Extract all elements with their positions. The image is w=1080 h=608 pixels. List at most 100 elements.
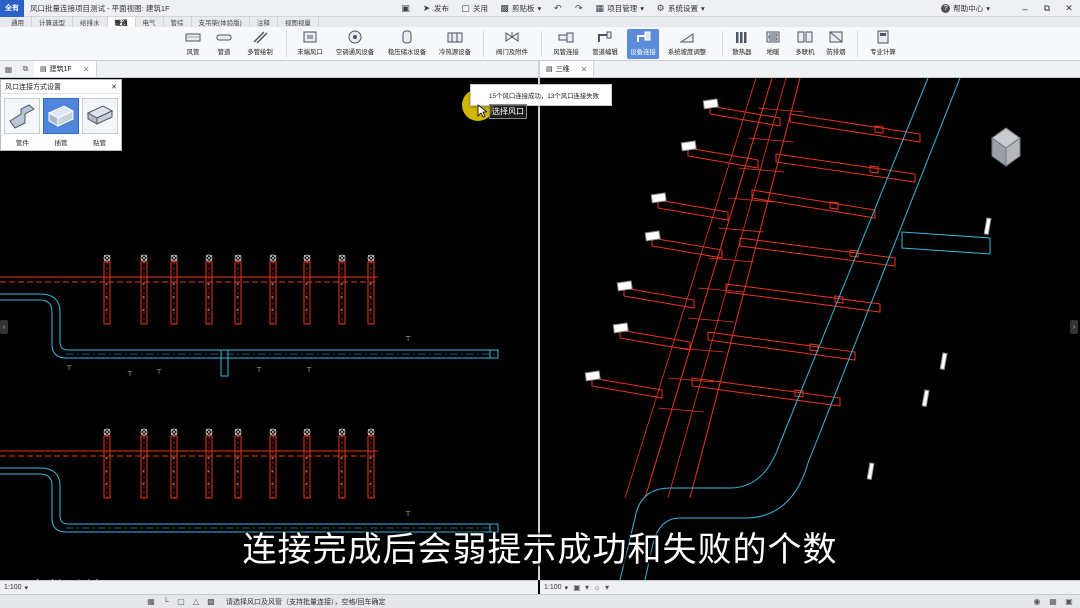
visual-style-icon[interactable]: ▣ bbox=[572, 583, 582, 592]
3d-viewport[interactable]: › bbox=[540, 78, 1080, 580]
clipboard-button[interactable]: ▩ 剪贴板 ▾ bbox=[495, 1, 546, 16]
close-icon[interactable]: ✕ bbox=[111, 83, 117, 91]
equipment-connect-button[interactable]: 设备连接 bbox=[627, 29, 659, 59]
branch-tag: × bbox=[172, 295, 175, 301]
radiator-button[interactable]: 散热器 bbox=[729, 29, 755, 59]
maximize-button[interactable]: ⧉ bbox=[1036, 0, 1058, 17]
branch-tag: × bbox=[369, 469, 372, 475]
option-stick[interactable]: 贴管 bbox=[81, 98, 118, 147]
chevron-down-icon[interactable]: ▾ bbox=[602, 583, 612, 592]
symbol-tag: ⊤ bbox=[256, 367, 262, 374]
chevron-down-icon[interactable]: ▾ bbox=[582, 583, 592, 592]
plan-drawing[interactable]: × × × × × × × × × × × × × × × × × × × × × × × × × × × × × × × × × × × × × × × ×… bbox=[0, 78, 538, 580]
supply-duct-edge bbox=[807, 78, 961, 464]
right-view-tabbar: ▤ 三维 ✕ bbox=[540, 61, 1080, 78]
tab-floor-plan[interactable]: ▤ 建筑1F ✕ bbox=[34, 61, 97, 77]
tab-plumbing[interactable]: 给排水 bbox=[73, 17, 108, 27]
tab-3d-view[interactable]: ▤ 三维 ✕ bbox=[540, 61, 595, 77]
sun-icon[interactable]: ☼ bbox=[592, 583, 602, 592]
connection-mode-panel: 风口连接方式设置 ✕ 管件 插管 贴管 bbox=[0, 79, 122, 151]
undo-button[interactable]: ↶ bbox=[548, 1, 567, 16]
grid-icon[interactable]: ▦ bbox=[4, 65, 13, 74]
branch-tag: × bbox=[236, 295, 239, 301]
pipe-edit-button[interactable]: 管道编辑 bbox=[588, 29, 622, 59]
multi-pipe-button[interactable]: 多管绘制 bbox=[242, 29, 278, 59]
branch-tag: × bbox=[271, 469, 274, 475]
chevron-left-icon[interactable]: ‹ bbox=[0, 320, 8, 334]
ortho-icon[interactable]: └ bbox=[161, 597, 171, 606]
redo-button[interactable]: ↷ bbox=[569, 1, 588, 16]
tab-calc[interactable]: 计算选型 bbox=[32, 17, 73, 27]
smoke-control-icon bbox=[828, 29, 844, 44]
branch-tag: × bbox=[142, 282, 145, 288]
snap-icon[interactable]: ▦ bbox=[146, 597, 156, 606]
location-icon[interactable]: ◉ bbox=[1032, 597, 1042, 606]
pro-calc-button[interactable]: 专业计算 bbox=[865, 29, 901, 59]
slope-adjust-button[interactable]: 系统坡度调整 bbox=[665, 29, 709, 59]
branch-tag: × bbox=[305, 482, 308, 488]
select-icon[interactable]: ▢ bbox=[176, 597, 186, 606]
branch-tag: × bbox=[305, 282, 308, 288]
pipe-button[interactable]: 管道 bbox=[211, 29, 237, 59]
video-subtitle: 连接完成后会弱提示成功和失败的个数 bbox=[242, 530, 838, 570]
app-logo: 全有 bbox=[0, 0, 24, 17]
publish-button[interactable]: ➤ 发布 bbox=[417, 1, 454, 16]
duct-connect-icon bbox=[558, 29, 574, 44]
chevron-right-icon[interactable]: › bbox=[1070, 320, 1078, 334]
right-scale-select[interactable]: 1:100 ▾ bbox=[540, 584, 572, 592]
air-terminal bbox=[680, 140, 697, 152]
grid-icon[interactable]: ▦ bbox=[1048, 597, 1058, 606]
insert-icon bbox=[43, 98, 79, 134]
option-insert[interactable]: 插管 bbox=[43, 98, 80, 147]
air-terminal bbox=[616, 280, 633, 292]
terminal-vent-button[interactable]: 末端风口 bbox=[293, 29, 327, 59]
window-close-button[interactable]: ✕ bbox=[1058, 0, 1080, 17]
filter-icon[interactable]: △ bbox=[191, 597, 201, 606]
tab-view[interactable]: 视图视量 bbox=[278, 17, 319, 27]
minimize-button[interactable]: – bbox=[1014, 0, 1036, 17]
vrf-button[interactable]: 多联机 bbox=[791, 29, 819, 59]
branch-tag: × bbox=[207, 295, 210, 301]
save-button[interactable]: ▣ bbox=[396, 1, 415, 16]
help-center-button[interactable]: ? 帮助中心 ▾ bbox=[941, 3, 990, 14]
tab-hvac[interactable]: 暖通 bbox=[107, 17, 136, 27]
supply-duct bbox=[0, 293, 498, 351]
tab-annotation[interactable]: 注释 bbox=[250, 17, 278, 27]
branch-tag: × bbox=[105, 295, 108, 301]
layout-icon[interactable]: ▣ bbox=[1064, 597, 1074, 606]
pressure-tank-button[interactable]: 稳压储水设备 bbox=[384, 29, 430, 59]
option-fitting[interactable]: 管件 bbox=[4, 98, 41, 147]
connection-panel-header: 风口连接方式设置 ✕ bbox=[1, 80, 121, 94]
tab-hangers[interactable]: 支吊架(体验版) bbox=[192, 17, 250, 27]
close-icon[interactable]: ✕ bbox=[83, 65, 90, 74]
floor-heating-label: 地暖 bbox=[766, 49, 780, 56]
branch-tag: × bbox=[207, 282, 210, 288]
duct-connect-button[interactable]: 风管连接 bbox=[549, 29, 583, 59]
3d-drawing[interactable] bbox=[540, 78, 1080, 580]
ac-vent-equipment-button[interactable]: 空调通风设备 bbox=[333, 29, 377, 59]
valve-fittings-button[interactable]: 阀门及附件 bbox=[492, 29, 532, 59]
plan-viewport[interactable]: × × × × × × × × × × × × × × × × × × × × × × × × × × × × × × × × × × × × × × × ×… bbox=[0, 78, 538, 580]
close-label: 关用 bbox=[473, 4, 488, 13]
tab-general[interactable]: 通用 bbox=[4, 17, 32, 27]
view-switch-icon[interactable]: ⧉ bbox=[21, 64, 30, 74]
branch-tag: × bbox=[305, 469, 308, 475]
floor-heating-button[interactable]: 地暖 bbox=[760, 29, 786, 59]
system-settings-button[interactable]: ⚙ 系统设置 ▾ bbox=[651, 1, 710, 16]
ribbon-tab-bar: 通用 计算选型 给排水 暖通 电气 管综 支吊架(体验版) 注释 视图视量 bbox=[0, 17, 1080, 27]
floor-heating-icon bbox=[765, 29, 781, 44]
project-manage-button[interactable]: ▦ 项目管理 ▾ bbox=[590, 1, 649, 16]
tab-pipe-integration[interactable]: 管综 bbox=[164, 17, 192, 27]
close-icon[interactable]: ✕ bbox=[581, 65, 588, 74]
branch-tag: × bbox=[369, 456, 372, 462]
duct-button[interactable]: 风管 bbox=[180, 29, 206, 59]
heat-source-button[interactable]: 冷热源设备 bbox=[435, 29, 475, 59]
close-project-button[interactable]: ▢ 关用 bbox=[456, 1, 493, 16]
left-scale-select[interactable]: 1:100 ▾ bbox=[0, 584, 32, 592]
branch-duct bbox=[739, 237, 896, 267]
branch-duct bbox=[591, 377, 663, 399]
layer-icon[interactable]: ▩ bbox=[206, 597, 216, 606]
tab-electrical[interactable]: 电气 bbox=[136, 17, 164, 27]
smoke-control-button[interactable]: 防排烟 bbox=[823, 29, 849, 59]
branch-tag: × bbox=[271, 456, 274, 462]
